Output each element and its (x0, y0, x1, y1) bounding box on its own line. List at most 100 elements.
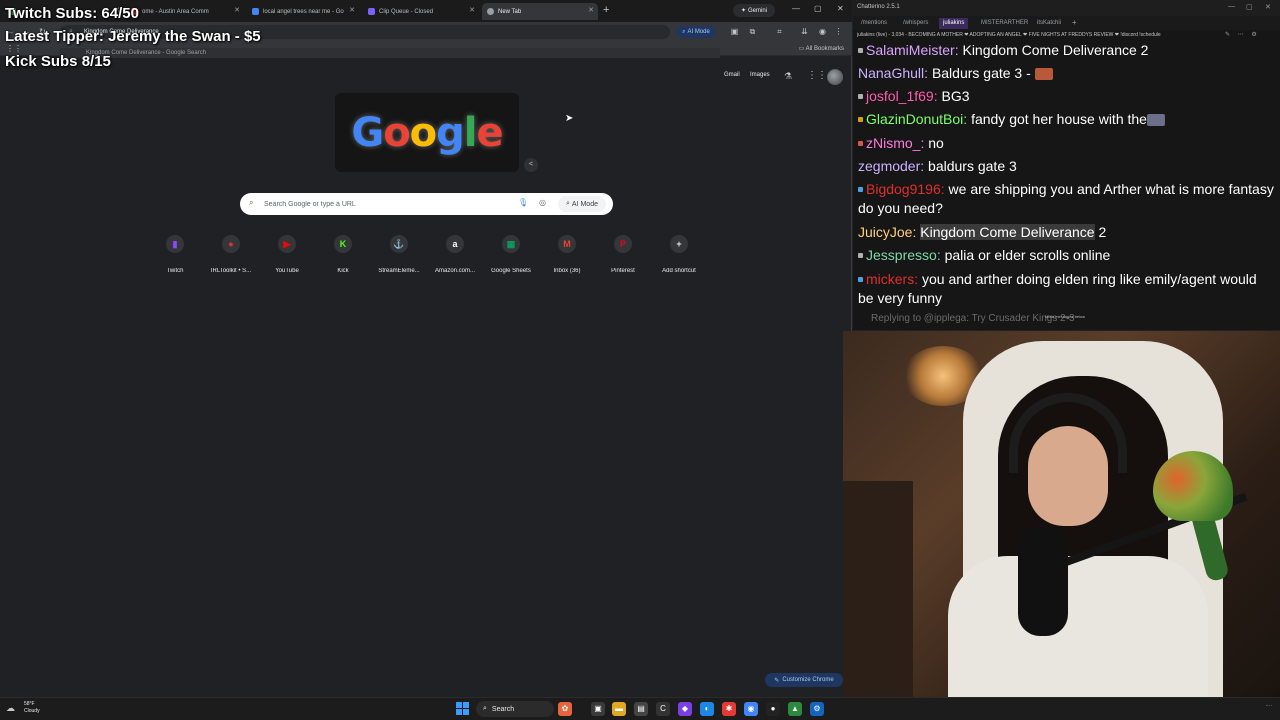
search-input[interactable] (264, 197, 504, 211)
google-doodle[interactable]: Google (335, 93, 519, 172)
shortcut-tile[interactable]: ● IRLToolkit • S... (203, 234, 259, 274)
chat-message: Jesspresso: palia or elder scrolls onlin… (858, 246, 1276, 265)
chat-tab-whispers[interactable]: /whispers (899, 18, 932, 29)
ai-search-icon: ⌕ (566, 200, 570, 207)
apps-grid-icon[interactable]: ⋮⋮ (6, 44, 22, 53)
close-window-icon[interactable]: ✕ (1265, 3, 1271, 11)
chat-username[interactable]: GlazinDonutBoi (866, 111, 963, 127)
shortcut-tile[interactable]: ⚓ StreamEleme... (371, 234, 427, 274)
maximize-icon[interactable]: ▢ (814, 4, 822, 13)
chat-emote-icon[interactable] (1034, 68, 1053, 81)
chat-app-title: Chatterino 2.5.1 (857, 4, 900, 10)
close-icon[interactable]: ✕ (469, 6, 475, 14)
tab-2[interactable]: ome - Austin Area Comm ✕ (126, 3, 244, 20)
chat-badge-icon[interactable] (858, 116, 863, 122)
chat-emote-icon[interactable] (1146, 114, 1165, 127)
windows-start-icon[interactable] (456, 702, 469, 715)
chat-username[interactable]: zNismo_ (866, 135, 920, 151)
more-messages-notice[interactable]: More messages below (1045, 314, 1085, 319)
search-ai-mode-button[interactable]: ⌕ AI Mode (558, 196, 606, 212)
app-icon-purple[interactable]: ◆ (678, 702, 692, 716)
chat-username[interactable]: Bigdog9196 (866, 181, 941, 197)
ai-mode-button[interactable]: ⌕ AI Mode (676, 26, 716, 38)
shortcut-tile[interactable]: ▮ Twitch (147, 234, 203, 274)
chat-badge-icon[interactable] (858, 140, 863, 146)
shortcut-tile[interactable]: + Add shortcut (651, 234, 707, 274)
shortcut-tile[interactable]: ▦ Google Sheets (483, 234, 539, 274)
chat-message: GlazinDonutBoi: fandy got her house with… (858, 110, 1276, 129)
close-window-icon[interactable]: ✕ (837, 4, 844, 13)
tab-5-active[interactable]: New Tab ✕ (482, 3, 598, 20)
all-bookmarks-link[interactable]: ▭ All Bookmarks (799, 45, 844, 52)
close-icon[interactable]: ✕ (349, 6, 355, 14)
steam-icon[interactable]: ⚙ (810, 702, 824, 716)
chat-username[interactable]: SalamiMeister (866, 42, 955, 58)
shortcut-tile[interactable]: K Kick (315, 234, 371, 274)
chat-username[interactable]: zegmoder (858, 158, 920, 174)
chat-username[interactable]: JuicyJoe (858, 224, 912, 240)
obs-icon[interactable]: ● (766, 702, 780, 716)
chat-username[interactable]: NanaGhull (858, 65, 924, 81)
app-icon-1[interactable]: ✿ (558, 702, 572, 716)
shortcut-label: StreamEleme... (378, 268, 420, 274)
google-search-box[interactable]: ⌕ 🎙 ◎ ⌕ AI Mode (240, 193, 613, 215)
minimize-icon[interactable]: — (1228, 3, 1235, 10)
app-icon-red[interactable]: ✱ (722, 702, 736, 716)
chat-username[interactable]: josfol_1f69 (866, 88, 934, 104)
new-tab-plus-icon[interactable]: + (603, 4, 609, 16)
ai-search-icon: ⌕ (682, 28, 686, 35)
edge-icon[interactable]: ◐ (700, 702, 714, 716)
store-icon[interactable]: ▤ (634, 702, 648, 716)
account-avatar[interactable] (827, 69, 843, 85)
tab-4[interactable]: Clip Queue - Closed ✕ (363, 3, 479, 20)
chat-badge-icon[interactable] (858, 47, 863, 53)
menu-icon[interactable]: ⋮ (834, 27, 843, 36)
lens-camera-icon[interactable]: ◎ (539, 198, 546, 207)
profile-icon[interactable]: ◉ (818, 27, 827, 36)
microphone-icon[interactable]: 🎙 (518, 198, 528, 207)
search-icon: ⌕ (249, 198, 254, 207)
close-icon[interactable]: ✕ (234, 6, 240, 14)
downloads-icon[interactable]: ⇊ (800, 27, 809, 36)
shortcut-tile[interactable]: M Inbox (36) (539, 234, 595, 274)
shortcut-tile[interactable]: a Amazon.com... (427, 234, 483, 274)
chat-tab-itskatchii[interactable]: itsKatchii (1033, 18, 1065, 29)
app-icon-c[interactable]: C (656, 702, 670, 716)
add-tab-plus-icon[interactable]: + (1072, 18, 1077, 27)
extension-icon[interactable]: ▣ (730, 27, 739, 36)
puzzle-icon[interactable]: ⧉ (748, 27, 757, 36)
cast-icon[interactable]: ⌗ (775, 27, 784, 36)
weather-widget[interactable]: 58°F Cloudy (24, 701, 40, 715)
chat-header-icons[interactable]: ✎ ⋯ ⚙ (1225, 31, 1260, 38)
share-icon[interactable]: < (524, 158, 538, 172)
chat-username[interactable]: Jesspresso (866, 247, 937, 263)
shortcut-tile[interactable]: P Pinterest (595, 234, 651, 274)
chat-tab-mentions[interactable]: /mentions (857, 18, 891, 29)
taskbar-search[interactable]: ⌕ Search (476, 701, 554, 717)
gmail-link[interactable]: Gmail (724, 72, 740, 78)
shortcut-favicon-icon: ⚓ (390, 235, 408, 253)
file-explorer-icon[interactable]: ▬ (612, 702, 626, 716)
omnibox-suggestion[interactable]: Kingdom Come Deliverance - Google Search (60, 48, 720, 58)
app-icon-green[interactable]: ▲ (788, 702, 802, 716)
tab-3[interactable]: local angel trees near me - Go ✕ (247, 3, 359, 20)
maximize-icon[interactable]: ▢ (1246, 3, 1253, 11)
google-apps-icon[interactable]: ⋮⋮ (807, 70, 827, 81)
chat-tab-misterarther[interactable]: MISTERARTHER (977, 18, 1032, 29)
chat-username[interactable]: mickers (866, 271, 914, 287)
customize-chrome-button[interactable]: ✎ Customize Chrome (765, 673, 843, 687)
chat-badge-icon[interactable] (858, 93, 863, 99)
task-view-icon[interactable]: ▣ (591, 702, 605, 716)
overlay-latest-tipper: Latest Tipper: Jeremy the Swan - $5 (5, 28, 261, 45)
chrome-icon[interactable]: ◉ (744, 702, 758, 716)
gemini-button[interactable]: ✦ Gemini (733, 4, 775, 17)
chat-tab-juliakins[interactable]: juliakins (939, 18, 969, 29)
chat-badge-icon[interactable] (858, 252, 863, 258)
close-icon[interactable]: ✕ (588, 6, 594, 14)
chat-badge-icon[interactable] (858, 276, 863, 282)
labs-flask-icon[interactable]: ⚗ (784, 71, 792, 82)
chat-badge-icon[interactable] (858, 186, 863, 192)
shortcut-tile[interactable]: ▶ YouTube (259, 234, 315, 274)
images-link[interactable]: Images (750, 72, 770, 78)
minimize-icon[interactable]: — (792, 4, 800, 13)
